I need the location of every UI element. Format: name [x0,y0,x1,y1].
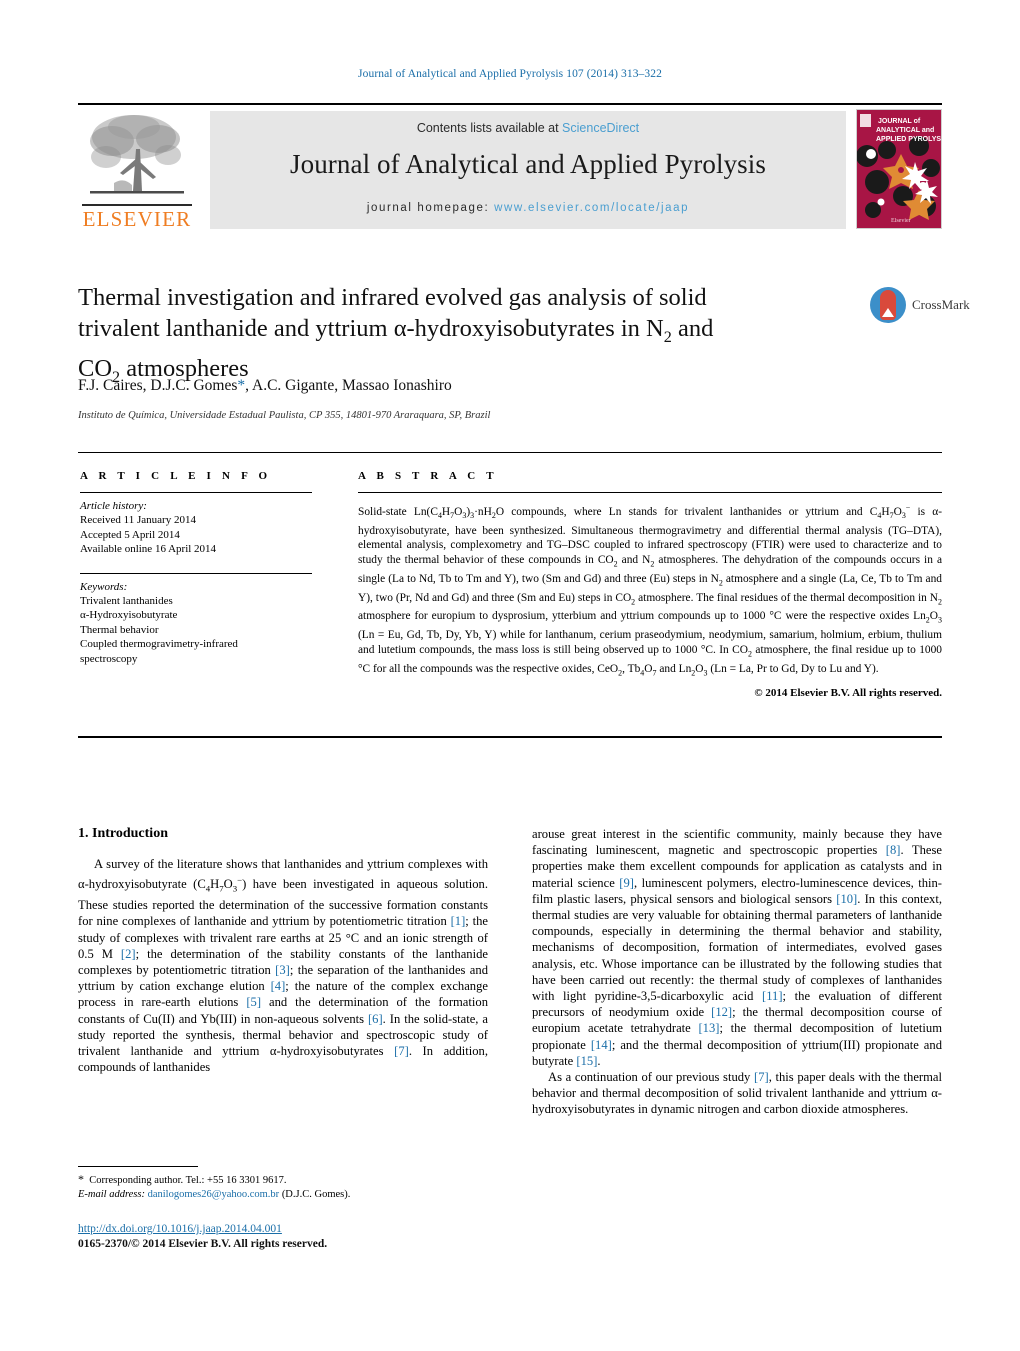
section-heading-introduction: 1. Introduction [78,826,168,841]
crossmark-badge-group[interactable]: CrossMark [870,285,970,329]
svg-text:JOURNAL of: JOURNAL of [878,118,921,125]
homepage-prefix: journal homepage: [366,202,490,214]
footnote-block: * Corresponding author. Tel.: +55 16 330… [78,1172,488,1202]
article-info-label: A R T I C L E I N F O [80,470,272,482]
svg-text:ANALYTICAL and: ANALYTICAL and [876,127,934,134]
abstract-column: A B S T R A C T Solid-state Ln(C4H7O3)3·… [358,470,942,699]
elsevier-logo-rule [82,204,192,206]
journal-homepage-line: journal homepage: www.elsevier.com/locat… [210,202,846,214]
journal-cover-art: JOURNAL of ANALYTICAL and APPLIED PYROLY… [857,110,941,228]
elsevier-logo: ELSEVIER [78,111,196,231]
keywords-block: Keywords: Trivalent lanthanides α-Hydrox… [80,581,330,667]
title-line-2-sub: 2 [663,328,672,346]
authors-main: F.J. Caires, D.J.C. Gomes [78,377,238,394]
sciencedirect-link[interactable]: ScienceDirect [562,121,639,135]
email-note: E-mail address: danilogomes26@yahoo.com.… [78,1188,488,1202]
crossmark-label: CrossMark [912,297,970,312]
abstract-label: A B S T R A C T [358,470,498,482]
contents-lists-line: Contents lists available at ScienceDirec… [210,121,846,135]
intro-paragraph-right-continued: arouse great interest in the scientific … [532,827,943,1068]
elsevier-wordmark: ELSEVIER [82,207,192,231]
title-line-1: Thermal investigation and infrared evolv… [78,284,707,311]
authors-rest: , A.C. Gigante, Massao Ionashiro [245,377,452,394]
corresponding-author-marker[interactable]: * [237,377,245,394]
article-history-accepted: Accepted 5 April 2014 [80,528,180,541]
keyword-item: spectroscopy [80,652,138,665]
author-list: F.J. Caires, D.J.C. Gomes*, A.C. Gigante… [78,377,452,395]
keywords-heading: Keywords: [80,580,128,593]
intro-paragraph-left: A survey of the literature shows that la… [78,857,488,1075]
article-page: Journal of Analytical and Applied Pyroly… [0,0,1020,1351]
elsevier-tree-icon [90,115,184,194]
abstract-copyright: © 2014 Elsevier B.V. All rights reserved… [754,686,942,699]
keyword-item: Trivalent lanthanides [80,594,173,607]
intro-paragraph-right-2: As a continuation of our previous study … [532,1070,942,1117]
issn-copyright-line: 0165-2370/© 2014 Elsevier B.V. All right… [78,1238,328,1250]
abstract-rule [358,492,942,493]
doi-link[interactable]: http://dx.doi.org/10.1016/j.jaap.2014.04… [78,1222,508,1237]
article-info-rule-1 [80,492,312,493]
article-history-online: Available online 16 April 2014 [80,543,217,555]
crossmark-icon [870,287,906,323]
crossmark-icon-arrow [882,308,894,317]
keyword-item: α-Hydroxyisobutyrate [80,609,178,621]
journal-band: Contents lists available at ScienceDirec… [210,111,846,229]
journal-title: Journal of Analytical and Applied Pyroly… [290,149,766,179]
corresponding-author-note: * Corresponding author. Tel.: +55 16 330… [78,1172,287,1186]
journal-cover-thumbnail: JOURNAL of ANALYTICAL and APPLIED PYROLY… [856,109,942,229]
keyword-item: Thermal behavior [80,623,159,636]
journal-masthead: ELSEVIER Contents lists available at Sci… [78,103,942,231]
article-history-heading: Article history: [80,500,147,512]
email-link[interactable]: danilogomes26@yahoo.com.br [148,1189,280,1200]
footnote-rule [78,1166,198,1167]
email-label: E-mail address: [78,1189,145,1200]
title-line-2b: and [671,315,714,342]
article-info-column: A R T I C L E I N F O Article history: R… [80,470,330,666]
affiliation: Instituto de Química, Universidade Estad… [78,410,491,421]
abstract-text: Solid-state Ln(C4H7O3)3·nH2O compounds, … [358,503,943,678]
running-head: Journal of Analytical and Applied Pyroly… [358,68,662,80]
abstract-bottom-rule [78,736,942,738]
email-suffix: (D.J.C. Gomes). [279,1189,351,1200]
journal-homepage-link[interactable]: www.elsevier.com/locate/jaap [494,202,689,214]
abstract-top-rule [78,452,942,453]
article-history-received: Received 11 January 2014 [80,514,196,526]
doi-block: http://dx.doi.org/10.1016/j.jaap.2014.04… [78,1222,508,1252]
body-column-left: 1. Introduction A survey of the literatu… [78,826,488,1075]
contents-prefix: Contents lists available at [416,121,563,135]
title-line-2a: trivalent lanthanide and yttrium α-hydro… [78,315,664,342]
article-info-rule-2 [80,572,312,574]
body-column-right: arouse great interest in the scientific … [532,826,942,1118]
svg-text:Elsevier: Elsevier [891,218,911,224]
keyword-item: Coupled thermogravimetry-infrared [80,638,238,650]
svg-text:APPLIED PYROLYSIS: APPLIED PYROLYSIS [876,136,941,143]
